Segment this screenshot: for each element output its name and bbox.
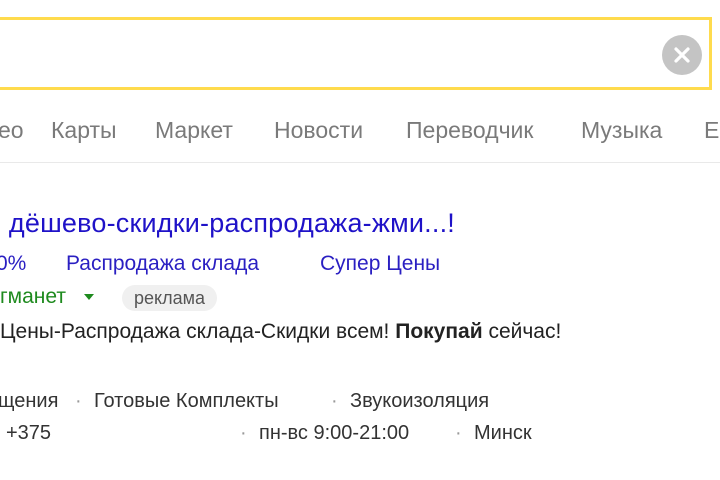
tab-translator[interactable]: Переводчик: [406, 116, 533, 144]
sitelink-warehouse-sale[interactable]: Распродажа склада: [66, 252, 259, 276]
ad-sitelinks: 0% Распродажа склада Супер Цены: [0, 252, 720, 278]
ad-desc-end: сейчас!: [482, 320, 562, 343]
quicklink-3[interactable]: Звукоизоляция: [350, 390, 489, 413]
ad-city: Минск: [474, 422, 532, 444]
ad-title-link[interactable]: - дёшево-скидки-распродажа-жми...!: [0, 208, 455, 239]
quicklink-1[interactable]: щения: [0, 390, 58, 413]
ad-desc-start: Цены-Распродажа склада-Скидки всем!: [0, 320, 396, 343]
ad-desc-bold: Покупай: [395, 320, 483, 343]
separator-dot: ·: [331, 390, 338, 412]
ad-description: Цены-Распродажа склада-Скидки всем! Поку…: [0, 320, 561, 344]
separator-dot: ·: [75, 390, 82, 412]
ad-display-url[interactable]: гманет: [0, 285, 66, 309]
tab-market[interactable]: Маркет: [155, 116, 233, 144]
sitelink-super-prices[interactable]: Супер Цены: [320, 252, 440, 276]
ad-contacts: +375 · пн-вс 9:00-21:00 · Минск: [0, 422, 720, 448]
dropdown-arrow-icon[interactable]: [84, 294, 94, 300]
tab-music[interactable]: Музыка: [581, 116, 662, 144]
close-icon: [674, 47, 690, 63]
tab-maps[interactable]: Карты: [51, 116, 117, 144]
tabs-divider: [0, 162, 720, 163]
ad-phone[interactable]: +375: [6, 422, 51, 445]
tab-video[interactable]: ео: [0, 116, 24, 144]
clear-search-button[interactable]: [662, 35, 702, 75]
tab-news[interactable]: Новости: [274, 116, 363, 144]
search-input[interactable]: [0, 17, 712, 90]
sitelink-discount[interactable]: 0%: [0, 252, 26, 276]
quicklink-2[interactable]: Готовые Комплекты: [94, 390, 279, 413]
ad-quicklinks: щения · Готовые Комплекты · Звукоизоляци…: [0, 390, 720, 416]
ad-path-row: гманет реклама: [0, 284, 720, 312]
tab-more[interactable]: Е: [704, 116, 719, 144]
separator-dot: ·: [240, 422, 247, 444]
ad-hours: пн-вс 9:00-21:00: [259, 422, 410, 444]
separator-dot: ·: [455, 422, 462, 444]
search-tabs: ео Карты Маркет Новости Переводчик Музык…: [0, 108, 720, 148]
ad-badge: реклама: [122, 285, 217, 311]
